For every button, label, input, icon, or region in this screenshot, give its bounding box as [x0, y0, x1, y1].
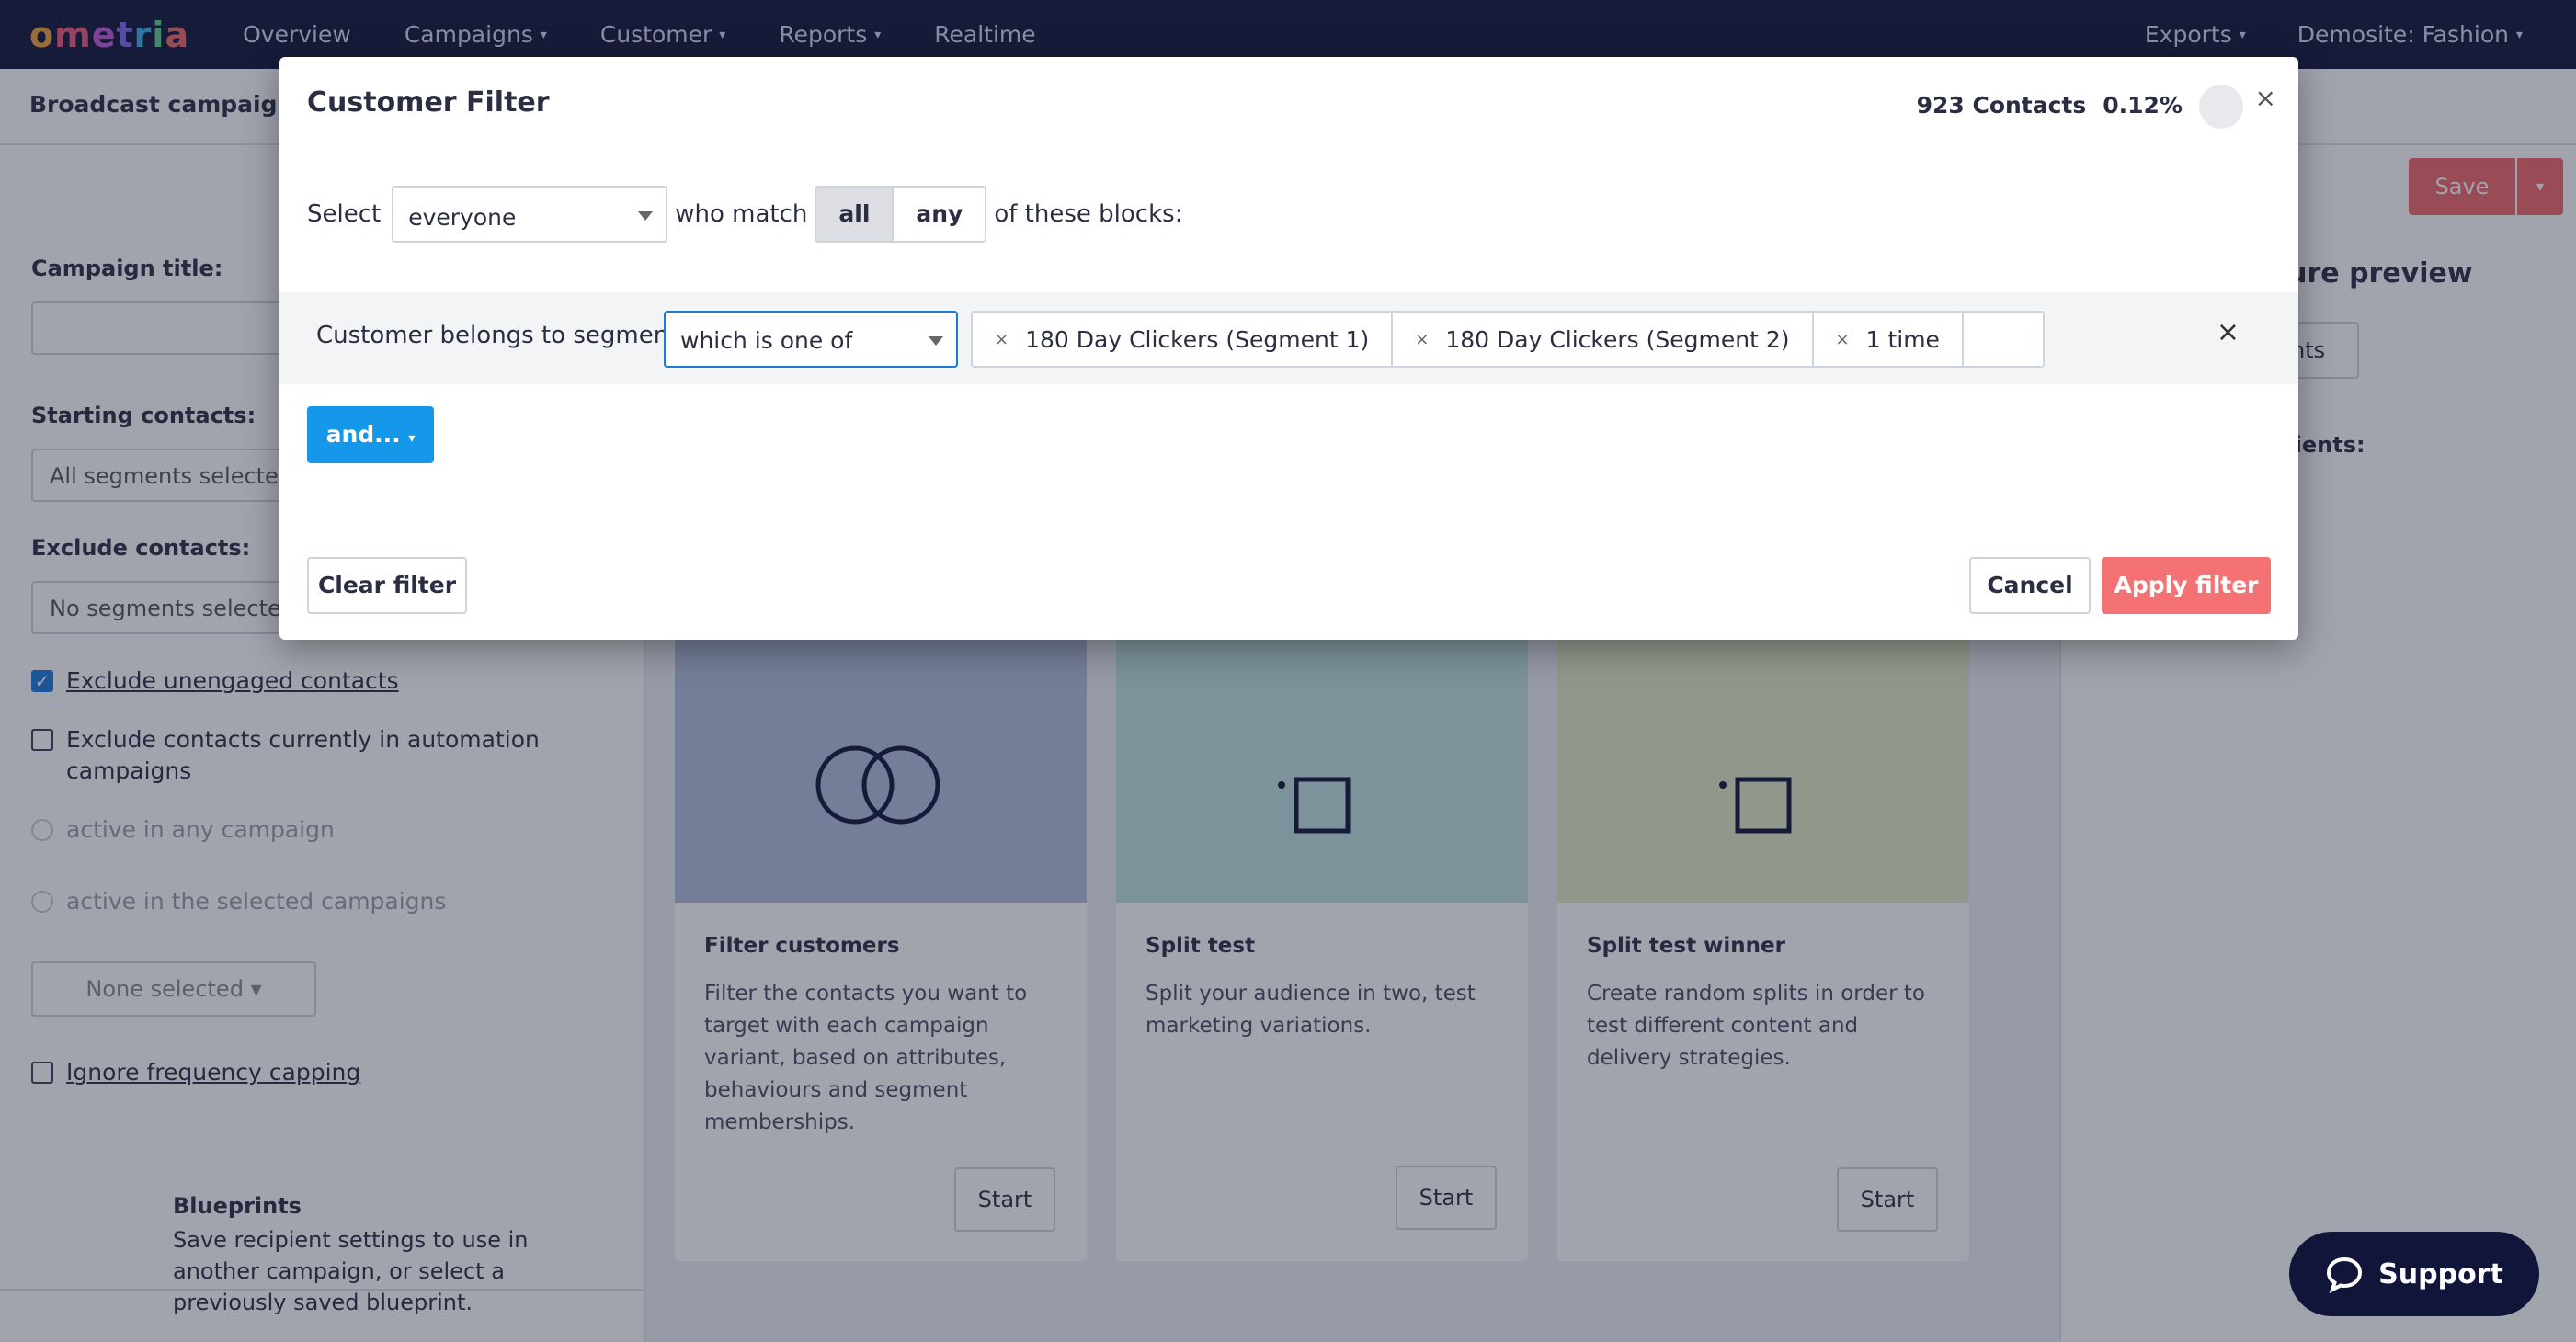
segment-tag: × 180 Day Clickers (Segment 2) — [1393, 313, 1814, 366]
audience-select-value: everyone — [408, 204, 517, 231]
match-toggle: all any — [815, 186, 987, 243]
chat-bubble-icon — [2327, 1257, 2363, 1293]
segment-tag: × 1 time — [1814, 313, 1964, 366]
modal-title: Customer Filter — [307, 86, 550, 119]
remove-block-icon[interactable]: × — [2217, 316, 2240, 348]
match-any-button[interactable]: any — [892, 188, 986, 241]
of-blocks-label: of these blocks: — [994, 200, 1183, 228]
segment-tag-label: 180 Day Clickers (Segment 1) — [1025, 325, 1370, 353]
support-label: Support — [2378, 1257, 2503, 1291]
select-label: Select — [307, 200, 382, 228]
segment-tag-label: 1 time — [1865, 325, 1940, 353]
remove-tag-icon[interactable]: × — [995, 330, 1009, 349]
support-button[interactable]: Support — [2289, 1232, 2539, 1316]
dropdown-triangle-icon — [638, 211, 654, 221]
and-button[interactable]: and... ▾ — [307, 406, 434, 463]
match-row: Select everyone who match all any of the… — [307, 186, 1182, 243]
cancel-button[interactable]: Cancel — [1969, 557, 2091, 614]
who-match-label: who match — [675, 200, 808, 228]
segment-tag-label: 180 Day Clickers (Segment 2) — [1445, 325, 1790, 353]
clear-filter-button[interactable]: Clear filter — [307, 557, 467, 614]
filter-block: Customer belongs to segment which is one… — [279, 292, 2298, 384]
caret-down-icon: ▾ — [408, 431, 416, 446]
operator-select[interactable]: which is one of — [664, 311, 958, 368]
dropdown-triangle-icon — [929, 336, 943, 346]
segment-tag: × 180 Day Clickers (Segment 1) — [973, 313, 1394, 366]
contacts-count: 923 Contacts — [1916, 92, 2087, 119]
customer-filter-modal: Customer Filter 923 Contacts 0.12% × Sel… — [279, 57, 2298, 640]
and-button-label: and... — [325, 421, 401, 448]
close-icon[interactable]: × — [2255, 83, 2276, 113]
filter-block-label: Customer belongs to segment — [316, 322, 678, 349]
remove-tag-icon[interactable]: × — [1415, 330, 1429, 349]
segment-tags-input[interactable]: × 180 Day Clickers (Segment 1) × 180 Day… — [971, 311, 2045, 368]
match-all-button[interactable]: all — [816, 188, 893, 241]
loading-spinner-icon — [2199, 85, 2243, 129]
apply-filter-button[interactable]: Apply filter — [2102, 557, 2271, 614]
audience-select[interactable]: everyone — [392, 186, 668, 243]
remove-tag-icon[interactable]: × — [1836, 330, 1850, 349]
contact-count: 923 Contacts 0.12% — [1917, 92, 2183, 119]
contacts-percent: 0.12% — [2103, 92, 2183, 119]
operator-select-value: which is one of — [680, 327, 853, 354]
tag-text-input[interactable] — [1964, 313, 2043, 366]
